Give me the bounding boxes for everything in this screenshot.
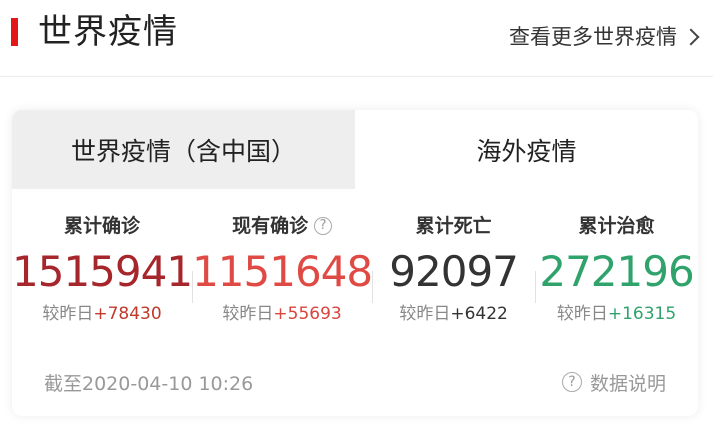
page-title: 世界疫情	[38, 12, 178, 52]
stat-total-recovered: 累计治愈 272196 较昨日+16315	[535, 211, 698, 351]
stat-total-confirmed: 累计确诊 1515941 较昨日+78430	[12, 211, 193, 351]
delta-prefix: 较昨日	[556, 304, 608, 324]
stat-value: 272196	[539, 247, 694, 296]
tab-overseas[interactable]: 海外疫情	[355, 110, 698, 189]
stats-row: 累计确诊 1515941 较昨日+78430 现有确诊 ? 1151648 较昨…	[12, 189, 698, 351]
help-icon[interactable]: ?	[314, 217, 333, 235]
stat-label: 累计确诊	[64, 215, 141, 237]
stat-label: 现有确诊	[232, 215, 309, 237]
tab-bar: 世界疫情（含中国） 海外疫情	[12, 110, 698, 189]
delta-prefix: 较昨日	[42, 304, 94, 324]
delta-value: +6422	[450, 304, 508, 324]
delta-prefix: 较昨日	[222, 304, 274, 324]
stat-value: 1515941	[12, 247, 193, 296]
data-explanation-label[interactable]: 数据说明	[590, 369, 666, 396]
update-timestamp: 截至2020-04-10 10:26	[44, 372, 254, 395]
stat-value: 92097	[389, 247, 519, 296]
tab-world-incl-china[interactable]: 世界疫情（含中国）	[12, 110, 355, 189]
delta-value: +16315	[607, 304, 677, 324]
stat-delta: 较昨日+16315	[535, 301, 698, 327]
data-explanation-link[interactable]: ? 数据说明	[561, 369, 666, 396]
see-more-link[interactable]: 查看更多世界疫情	[509, 22, 700, 52]
delta-prefix: 较昨日	[399, 304, 451, 324]
stat-current-confirmed: 现有确诊 ? 1151648 较昨日+55693	[192, 211, 373, 351]
card-footer: 截至2020-04-10 10:26 ? 数据说明	[12, 362, 698, 402]
delta-value: +78430	[93, 304, 162, 324]
see-more-label[interactable]: 查看更多世界疫情	[509, 22, 677, 52]
stat-value: 1151648	[192, 247, 373, 296]
stat-delta: 较昨日+78430	[12, 301, 192, 327]
page-header: 世界疫情 查看更多世界疫情	[0, 0, 713, 77]
stats-card: 世界疫情（含中国） 海外疫情 累计确诊 1515941 较昨日+78430 现有…	[12, 110, 698, 416]
delta-value: +55693	[273, 304, 342, 324]
stat-total-deaths: 累计死亡 92097 较昨日+6422	[372, 211, 535, 351]
help-icon: ?	[561, 372, 582, 392]
stat-delta: 较昨日+6422	[372, 301, 535, 327]
chevron-right-icon	[682, 28, 700, 46]
stat-label: 累计治愈	[578, 215, 655, 237]
stat-label: 累计死亡	[415, 215, 492, 237]
stat-delta: 较昨日+55693	[192, 301, 372, 327]
title-accent-bar	[11, 18, 18, 46]
